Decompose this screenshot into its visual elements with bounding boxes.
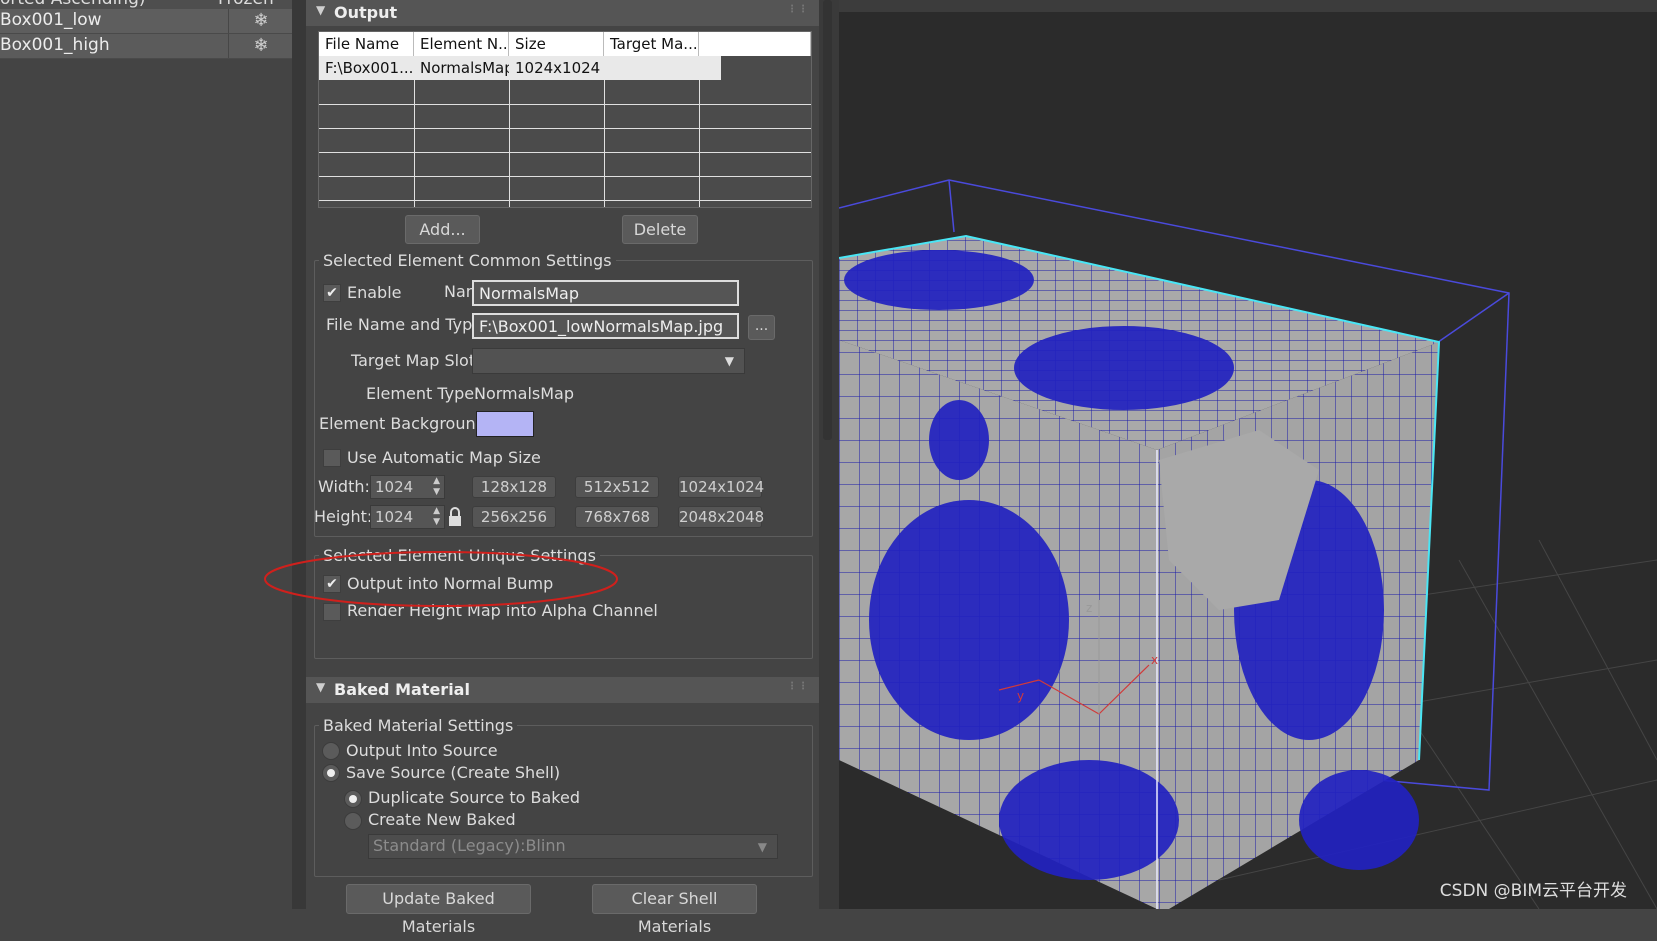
scene-explorer-list: orted Ascending) Frozen Box001_low ❄ Box… xyxy=(0,0,293,909)
list-item-box001-low[interactable]: Box001_low ❄ xyxy=(0,9,292,34)
snowflake-icon[interactable]: ❄ xyxy=(228,9,293,33)
watermark-text: CSDN @BIM云平台开发 xyxy=(1439,881,1627,901)
lock-aspect-icon[interactable] xyxy=(446,505,464,529)
rollout-title: Baked Material xyxy=(334,680,470,699)
file-name-label: File Name and Type: xyxy=(326,315,488,334)
grid-line xyxy=(319,176,811,177)
width-label: Width: xyxy=(318,477,370,496)
column-header[interactable]: Size xyxy=(509,32,604,56)
output-into-source-label: Output Into Source xyxy=(346,741,498,760)
width-value: 1024 xyxy=(375,478,414,496)
element-background-label: Element Background: xyxy=(319,414,492,433)
collapse-triangle-icon[interactable]: ▼ xyxy=(316,680,325,694)
update-baked-materials-button[interactable]: Update Baked Materials xyxy=(346,884,531,936)
axis-x-label: x xyxy=(1151,653,1158,667)
grid-line xyxy=(319,104,811,105)
table-cell[interactable]: 1024x1024 xyxy=(509,56,604,80)
grid-line xyxy=(319,128,811,129)
browse-button[interactable]: ... xyxy=(748,315,775,340)
table-cell[interactable] xyxy=(604,56,699,80)
preset-128-button[interactable]: 128x128 xyxy=(472,476,556,498)
scrollbar-thumb[interactable] xyxy=(823,0,832,440)
height-value: 1024 xyxy=(375,508,414,526)
enable-checkbox[interactable]: ✔ xyxy=(323,284,341,302)
scene-render[interactable]: y x z xyxy=(839,0,1657,909)
create-new-baked-radio[interactable] xyxy=(344,812,362,830)
save-source-label: Save Source (Create Shell) xyxy=(346,763,561,782)
background-color-swatch[interactable] xyxy=(476,411,534,437)
file-name-input[interactable]: F:\Box001_lowNormalsMap.jpg xyxy=(472,313,739,339)
target-map-slot-label: Target Map Slot: xyxy=(351,351,481,370)
grid-line xyxy=(604,80,605,207)
baked-material-rollout-header[interactable]: ▼ Baked Material ⋮⋮ xyxy=(306,677,819,703)
auto-map-size-checkbox[interactable] xyxy=(323,449,341,467)
table-cell[interactable]: NormalsMap xyxy=(414,56,509,80)
preset-512-button[interactable]: 512x512 xyxy=(575,476,659,498)
duplicate-source-radio[interactable] xyxy=(344,790,362,808)
collapse-triangle-icon[interactable]: ▼ xyxy=(316,3,325,17)
sort-column-header[interactable]: orted Ascending) xyxy=(0,0,146,9)
output-rollout-header[interactable]: ▼ Output ⋮⋮ xyxy=(306,0,819,26)
table-cell[interactable]: F:\Box001... xyxy=(319,56,414,80)
output-elements-table[interactable]: File Name Element N... Size Target Ma...… xyxy=(318,31,812,208)
element-type-label: Element Type: xyxy=(366,384,480,403)
output-into-source-radio[interactable] xyxy=(322,742,340,760)
grip-icon[interactable]: ⋮⋮ xyxy=(787,681,809,692)
column-header xyxy=(699,32,811,56)
spinner-arrows-icon[interactable]: ▲ ▼ xyxy=(433,506,440,528)
list-item-label: Box001_low xyxy=(0,10,102,30)
3d-viewport[interactable]: y x z CSDN @BIM云平台开发 xyxy=(839,0,1657,909)
add-button[interactable]: Add... xyxy=(405,215,480,244)
panel-scrollbar[interactable] xyxy=(819,0,839,909)
clear-shell-materials-button[interactable]: Clear Shell Materials xyxy=(592,884,757,936)
preset-256-button[interactable]: 256x256 xyxy=(472,506,556,528)
axis-z-label: z xyxy=(1086,601,1092,615)
height-spinner[interactable]: 1024 ▲ ▼ xyxy=(370,505,445,529)
height-label: Height: xyxy=(314,507,373,526)
save-source-radio[interactable] xyxy=(322,764,340,782)
preset-768-button[interactable]: 768x768 xyxy=(575,506,659,528)
preset-2048-button[interactable]: 2048x2048 xyxy=(678,506,764,528)
element-type-value: NormalsMap xyxy=(474,384,574,403)
width-spinner[interactable]: 1024 ▲ ▼ xyxy=(370,475,445,499)
name-input[interactable]: NormalsMap xyxy=(472,280,739,306)
grid-line xyxy=(509,80,510,207)
column-header[interactable]: Element N... xyxy=(414,32,509,56)
dropdown-value: Standard (Legacy):Blinn xyxy=(373,836,566,855)
duplicate-source-label: Duplicate Source to Baked xyxy=(368,788,580,807)
material-type-dropdown[interactable]: Standard (Legacy):Blinn ▼ xyxy=(368,834,778,859)
preset-1024-button[interactable]: 1024x1024 xyxy=(678,476,764,498)
auto-map-size-label: Use Automatic Map Size xyxy=(347,448,541,467)
snowflake-icon[interactable]: ❄ xyxy=(228,34,293,58)
rollout-title: Output xyxy=(334,3,398,22)
group-title: Baked Material Settings xyxy=(319,716,518,735)
grid-line xyxy=(319,200,811,201)
panel-splitter[interactable] xyxy=(292,0,306,909)
list-item-label: Box001_high xyxy=(0,35,110,55)
axis-y-label: y xyxy=(1017,689,1024,703)
delete-button[interactable]: Delete xyxy=(622,215,698,244)
grid-line xyxy=(414,80,415,207)
chevron-down-icon: ▼ xyxy=(724,354,734,368)
chevron-down-icon: ▼ xyxy=(757,840,767,854)
spinner-arrows-icon[interactable]: ▲ ▼ xyxy=(433,476,440,498)
list-item-box001-high[interactable]: Box001_high ❄ xyxy=(0,34,292,59)
enable-label: Enable xyxy=(347,283,402,302)
grip-icon[interactable]: ⋮⋮ xyxy=(787,4,809,15)
create-new-baked-label: Create New Baked xyxy=(368,810,516,829)
group-title: Selected Element Common Settings xyxy=(319,251,616,270)
grid-line xyxy=(319,152,811,153)
frozen-column-header[interactable]: Frozen xyxy=(218,0,274,9)
grid-line xyxy=(699,80,700,207)
target-map-slot-dropdown[interactable]: ▼ xyxy=(472,348,745,374)
render-to-texture-panel: ▼ Output ⋮⋮ File Name Element N... Size … xyxy=(264,0,819,936)
annotation-ellipse xyxy=(264,551,618,607)
column-header[interactable]: File Name xyxy=(319,32,414,56)
list-header[interactable]: orted Ascending) Frozen xyxy=(0,0,292,9)
column-header[interactable]: Target Ma... xyxy=(604,32,699,56)
